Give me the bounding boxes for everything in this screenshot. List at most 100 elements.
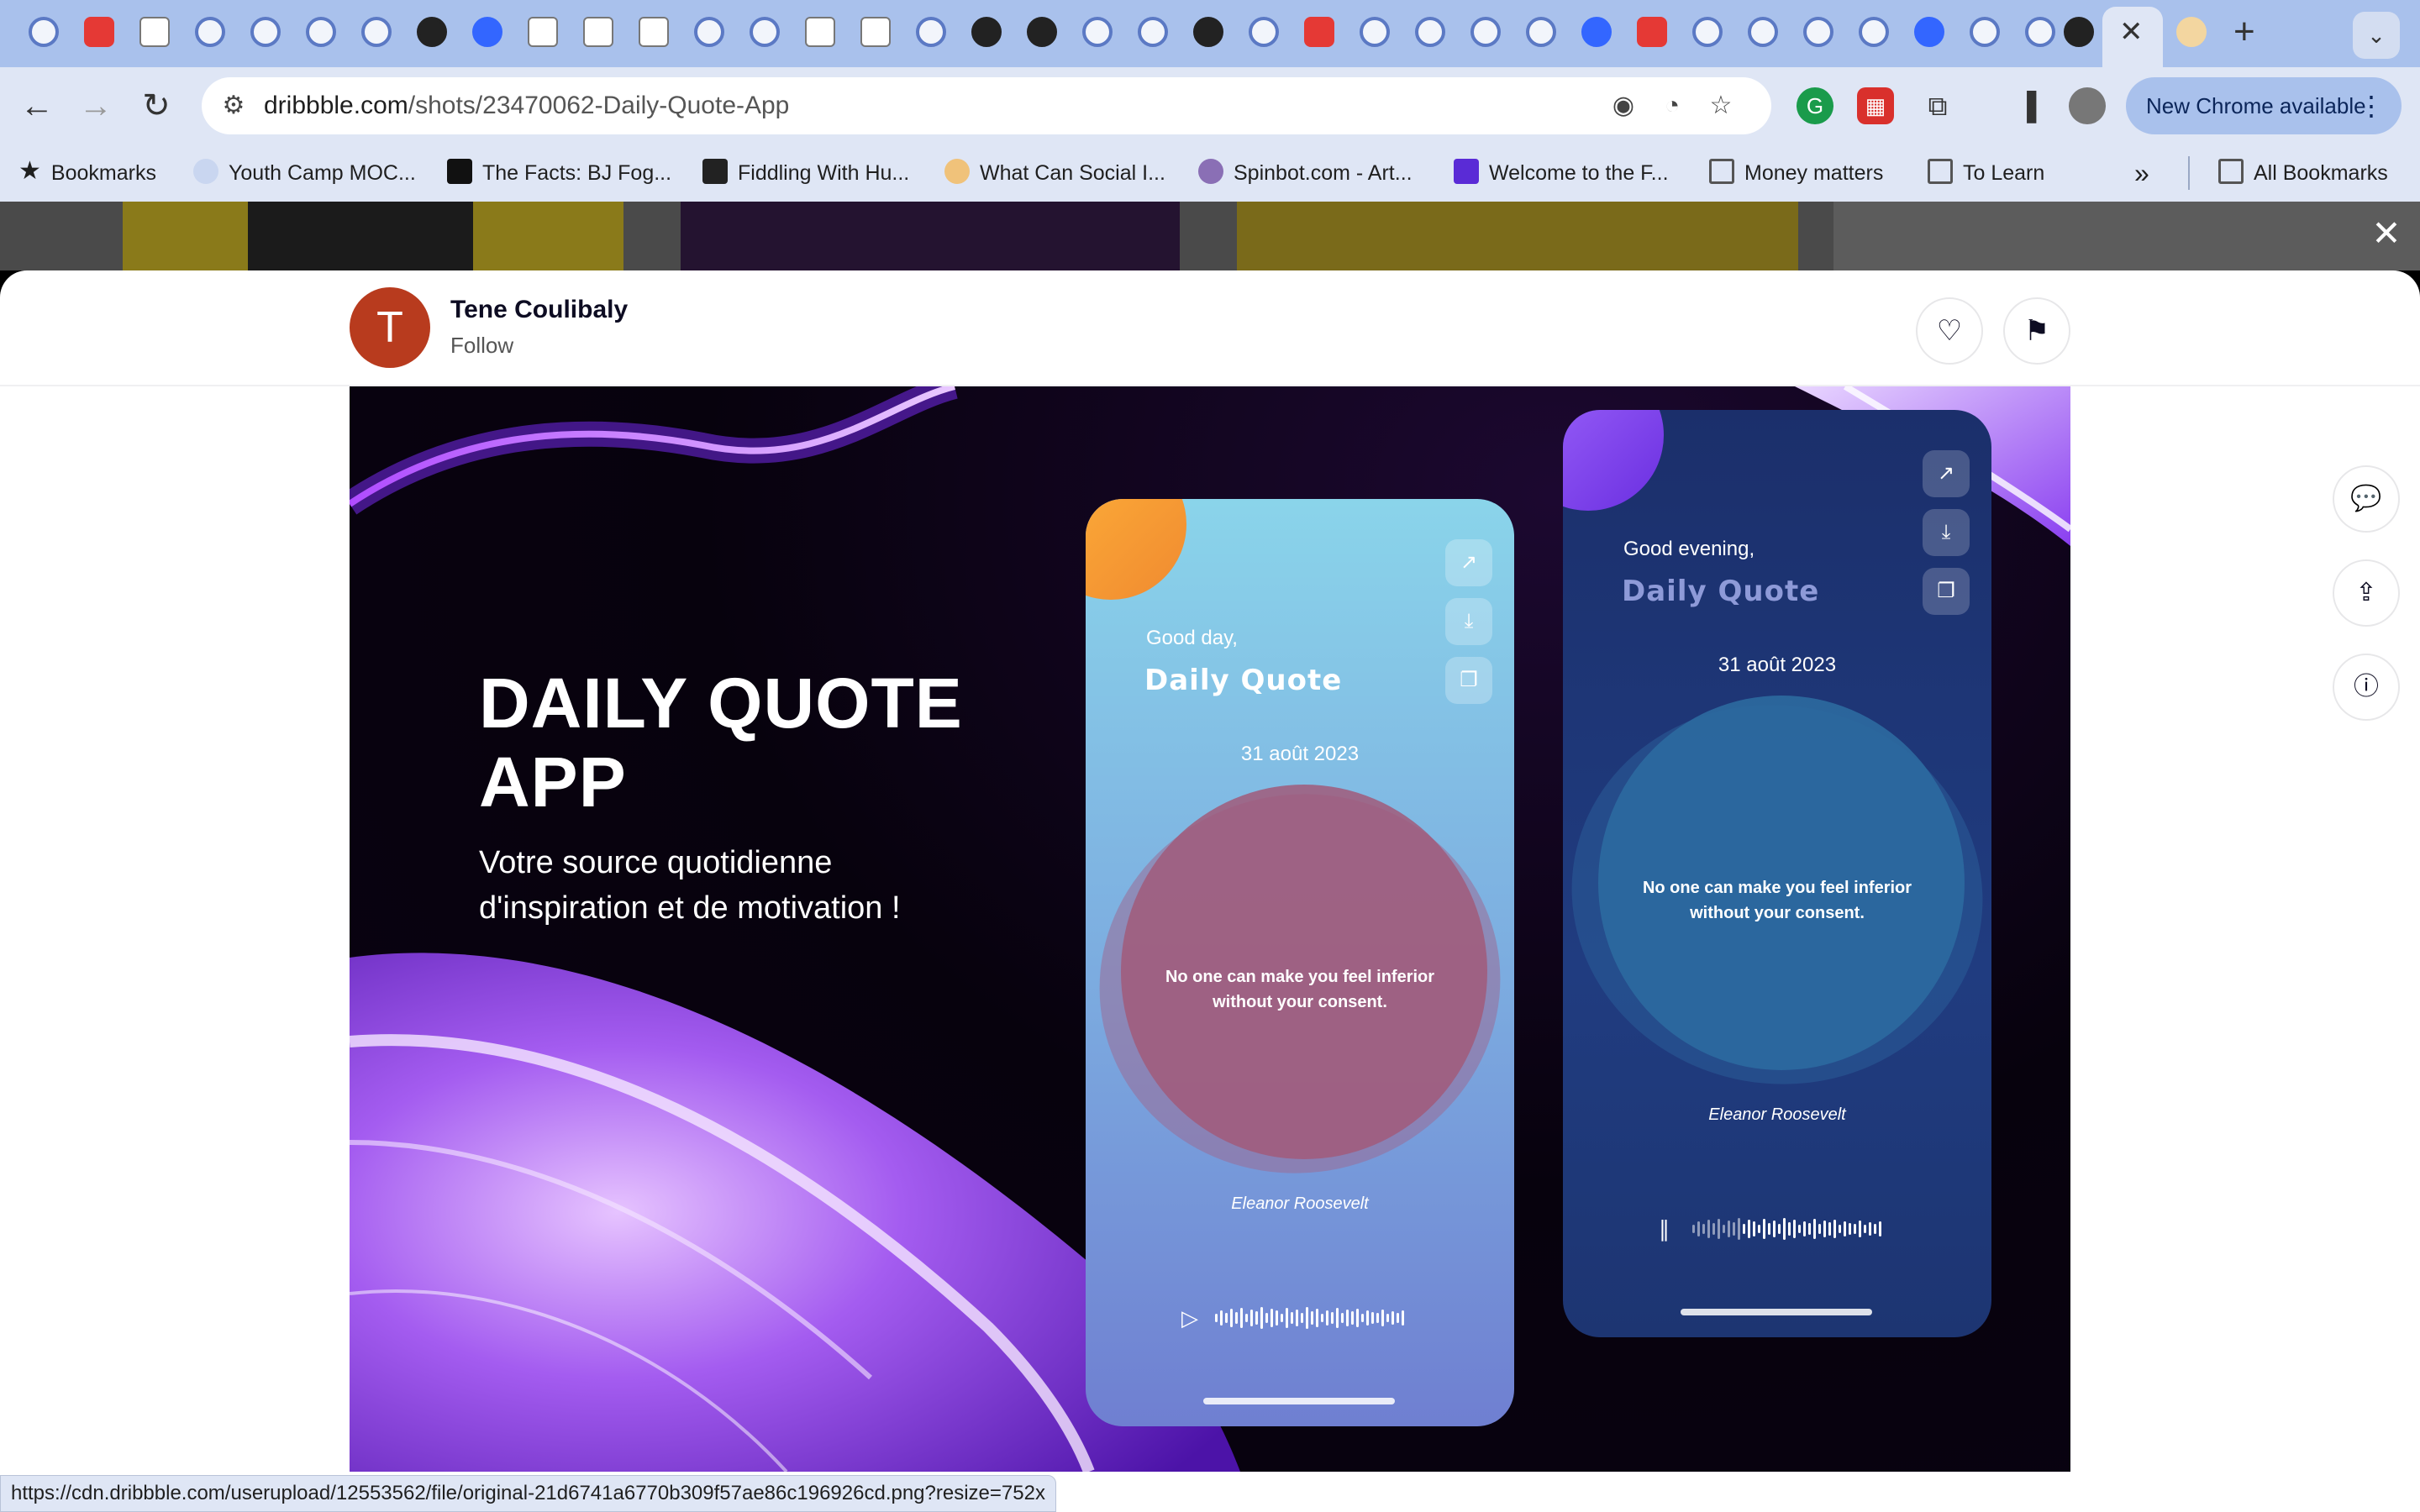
youtube-tab-icon[interactable] <box>1637 17 1667 47</box>
tab-favicon[interactable] <box>971 17 1002 47</box>
tab-favicon[interactable] <box>1748 17 1778 47</box>
tab-favicon[interactable] <box>1970 17 2000 47</box>
tab-favicon[interactable] <box>1360 17 1390 47</box>
tab-favicon[interactable] <box>361 17 392 47</box>
github-tab-icon[interactable] <box>1027 17 1057 47</box>
tab-favicon[interactable] <box>472 17 502 47</box>
star-icon: ★ <box>18 157 41 186</box>
new-tab-icon[interactable]: + <box>2233 13 2255 50</box>
update-label: New Chrome available <box>2146 93 2366 118</box>
url-text[interactable]: dribbble.com/shots/23470062-Daily-Quote-… <box>264 91 789 121</box>
eye-off-icon[interactable]: ◉ <box>1607 89 1640 123</box>
headline-line: DAILY QUOTE <box>479 664 963 743</box>
side-panel-icon[interactable]: ▐ <box>2008 87 2045 124</box>
medium-favicon-icon <box>447 159 472 185</box>
save-bookmark-icon[interactable]: ⚑ <box>2003 297 2070 365</box>
quote-text: No one can make you feel inferior withou… <box>1642 879 1912 922</box>
decorative-orb <box>1086 499 1186 600</box>
back-arrow-icon[interactable]: ← <box>12 81 62 131</box>
more-bookmarks-chevron-icon[interactable]: » <box>2134 156 2149 190</box>
background-shot-thumbnail <box>1237 202 1798 270</box>
tab-favicon[interactable] <box>1581 17 1612 47</box>
tab-favicon[interactable] <box>84 17 114 47</box>
tab-favicon[interactable] <box>417 17 447 47</box>
all-bookmarks-folder[interactable]: All Bookmarks <box>2218 156 2388 190</box>
tab-favicon[interactable] <box>1914 17 1944 47</box>
comment-icon[interactable]: 💬 <box>2333 465 2400 533</box>
site-favicon-icon <box>944 159 970 185</box>
tab-favicon[interactable] <box>1859 17 1889 47</box>
tab-search-chevron-icon[interactable]: ⌄ <box>2353 12 2400 59</box>
link-status-url: https://cdn.dribbble.com/userupload/1255… <box>0 1475 1056 1512</box>
author-name[interactable]: Tene Coulibaly <box>450 296 628 324</box>
tab-favicon[interactable] <box>1193 17 1223 47</box>
new-chrome-available-button[interactable]: New Chrome available ⋮ <box>2126 77 2402 134</box>
tab-favicon[interactable] <box>528 17 558 47</box>
site-settings-icon[interactable]: ⚙ <box>217 89 250 123</box>
avatar[interactable]: T <box>350 287 430 368</box>
bookmark-item[interactable]: The Facts: BJ Fog... <box>447 156 671 190</box>
bookmark-folder[interactable]: Money matters <box>1709 156 1883 190</box>
background-shot-thumbnail <box>681 202 1180 270</box>
react-tab-icon[interactable] <box>2064 17 2094 47</box>
tab-favicon[interactable] <box>916 17 946 47</box>
quote-date: 31 août 2023 <box>1240 743 1360 765</box>
bookmark-label: Youth Camp MOC... <box>229 161 416 185</box>
background-shot-thumbnail <box>123 202 623 270</box>
tab-favicon[interactable] <box>860 17 891 47</box>
tab-favicon[interactable] <box>1470 17 1501 47</box>
bookmark-star-icon[interactable]: ☆ <box>1704 89 1738 123</box>
bookmark-item[interactable]: Fiddling With Hu... <box>702 156 909 190</box>
bookmark-item[interactable]: What Can Social I... <box>944 156 1165 190</box>
grammarly-extension-icon[interactable]: G <box>1797 87 1833 124</box>
tab-favicon[interactable] <box>1138 17 1168 47</box>
tab-favicon[interactable] <box>639 17 669 47</box>
extensions-puzzle-icon[interactable]: ⧉ <box>1919 87 1956 124</box>
bookmark-folder[interactable]: To Learn <box>1928 156 2044 190</box>
bookmark-item[interactable]: Spinbot.com - Art... <box>1198 156 1413 190</box>
youtube-tab-icon[interactable] <box>1304 17 1334 47</box>
tab-favicon[interactable] <box>139 17 170 47</box>
tab-favicon[interactable] <box>1082 17 1113 47</box>
follow-link[interactable]: Follow <box>450 333 513 359</box>
tab-favicon[interactable] <box>750 17 780 47</box>
more-menu-icon[interactable]: ⋮ <box>2358 77 2385 134</box>
tab-favicon[interactable] <box>1249 17 1279 47</box>
tab-favicon[interactable] <box>805 17 835 47</box>
profile-avatar[interactable] <box>2069 87 2106 124</box>
tab-favicon[interactable] <box>29 17 59 47</box>
url-path: /shots/23470062-Daily-Quote-App <box>408 92 790 119</box>
tab-favicon[interactable] <box>583 17 613 47</box>
tab-favicon[interactable] <box>250 17 281 47</box>
forward-arrow-icon[interactable]: → <box>71 81 121 131</box>
extension-icon[interactable]: ▦ <box>1857 87 1894 124</box>
bookmark-item[interactable]: Welcome to the F... <box>1454 156 1669 190</box>
tab-favicon[interactable] <box>694 17 724 47</box>
reload-icon[interactable]: ↻ <box>131 81 182 131</box>
tab-favicon[interactable] <box>1803 17 1833 47</box>
like-heart-icon[interactable]: ♡ <box>1916 297 1983 365</box>
address-bar[interactable]: ⚙ dribbble.com/shots/23470062-Daily-Quot… <box>202 77 1771 134</box>
shot-image[interactable]: DAILY QUOTE APP Votre source quotidienne… <box>350 386 2070 1472</box>
bookmark-label: Money matters <box>1744 161 1884 185</box>
bookmark-separator <box>2188 156 2190 190</box>
page-backdrop[interactable] <box>0 202 2420 270</box>
share-icon[interactable]: ⇪ <box>2333 559 2400 627</box>
tab-favicon[interactable] <box>2025 17 2055 47</box>
download-icon: ⤓ <box>1445 598 1492 645</box>
close-modal-icon[interactable]: ✕ <box>2370 216 2403 251</box>
tab-favicon[interactable] <box>1692 17 1723 47</box>
performance-icon[interactable]: ◔ <box>1655 89 1689 123</box>
greeting-text: Good evening, <box>1623 538 1755 560</box>
bookmark-item[interactable]: ★ Bookmarks <box>18 156 156 190</box>
tab-favicon[interactable] <box>1415 17 1445 47</box>
tab-favicon[interactable] <box>195 17 225 47</box>
bookmark-item[interactable]: Youth Camp MOC... <box>193 156 416 190</box>
close-tab-icon[interactable]: ✕ <box>2119 17 2144 47</box>
tab-favicon[interactable] <box>306 17 336 47</box>
tab-favicon[interactable] <box>2176 17 2207 47</box>
tab-favicon[interactable] <box>1526 17 1556 47</box>
folder-icon <box>1928 159 1953 185</box>
bookmark-label: All Bookmarks <box>2254 161 2388 185</box>
info-icon[interactable]: ⓘ <box>2333 654 2400 721</box>
